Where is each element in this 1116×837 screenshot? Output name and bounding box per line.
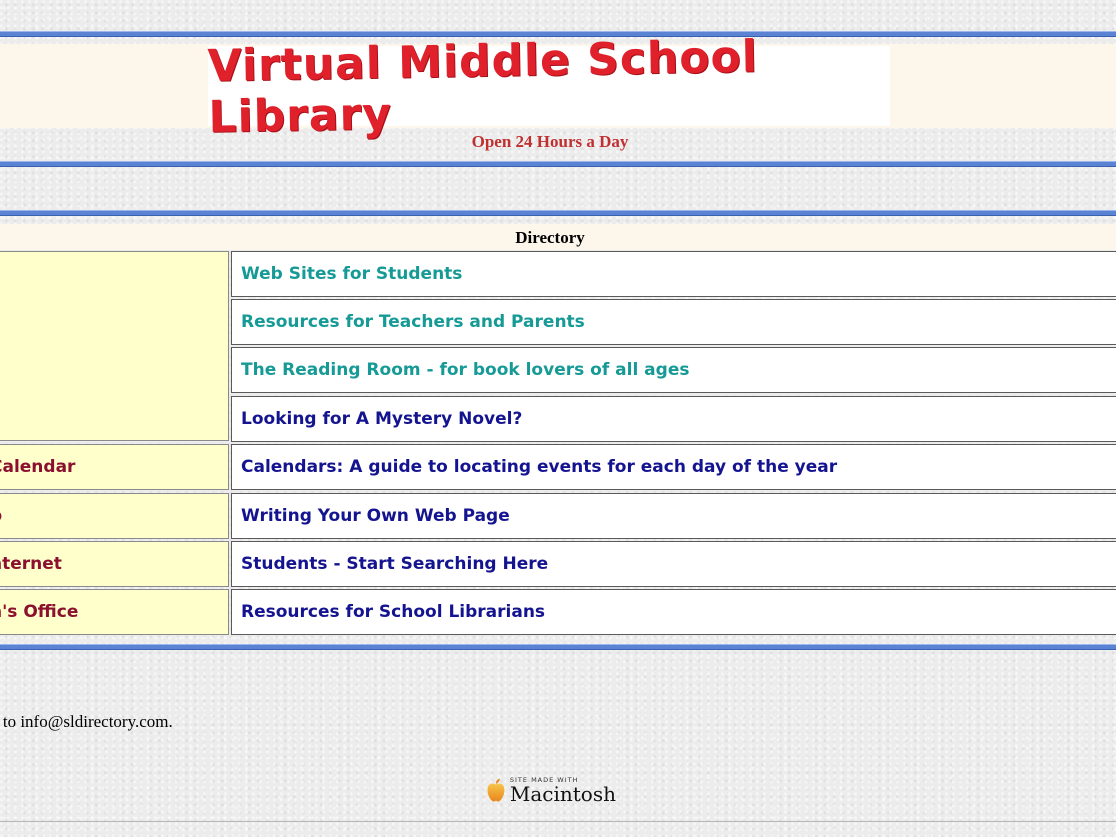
apple-logo-icon [487,778,505,802]
subtitle: Open 24 Hours a Day [471,132,629,151]
directory-row: Resources for Teachers and Parents [231,299,1116,345]
left-cell-office[interactable]: n's Office [0,589,229,635]
bottom-divider [0,821,1116,822]
link-school-librarians[interactable]: Resources for School Librarians [241,602,545,622]
badge-big-text: Macintosh [509,782,616,806]
directory-top-rule [0,210,1116,216]
link-mystery-novel[interactable]: Looking for A Mystery Novel? [241,409,522,429]
site-title: Virtual Middle School Library [207,31,759,143]
directory-row: Web Sites for Students [231,251,1116,297]
left-cell-internet[interactable]: nternet [0,541,229,587]
directory-row: Resources for School Librarians [231,589,1116,635]
directory-bottom-rule [0,644,1116,650]
link-web-sites-for-students[interactable]: Web Sites for Students [241,264,462,284]
link-resources-teachers-parents[interactable]: Resources for Teachers and Parents [241,312,585,332]
left-label-calendar[interactable]: Calendar [0,457,75,477]
contact-text: s to info@sldirectory.com. [0,712,173,731]
link-start-searching[interactable]: Students - Start Searching Here [241,554,548,574]
left-cell-merged [0,251,229,441]
left-label-office[interactable]: n's Office [0,602,78,622]
directory-row: Calendars: A guide to locating events fo… [231,444,1116,490]
banner-logo: Virtual Middle School Library [207,31,890,143]
link-writing-web-page[interactable]: Writing Your Own Web Page [241,506,510,526]
made-with-macintosh-badge[interactable]: SITE MADE WITH Macintosh [486,773,616,807]
header-rule [0,161,1116,167]
left-label-internet[interactable]: nternet [0,554,62,574]
directory-title: Directory [515,228,585,247]
directory-row: The Reading Room - for book lovers of al… [231,347,1116,393]
directory-row: Looking for A Mystery Novel? [231,396,1116,442]
directory-row: Students - Start Searching Here [231,541,1116,587]
left-cell-calendar[interactable]: Calendar [0,444,229,490]
left-label-web[interactable]: b [0,506,2,526]
left-cell-web[interactable]: b [0,493,229,539]
link-reading-room[interactable]: The Reading Room - for book lovers of al… [241,360,689,380]
link-calendars-guide[interactable]: Calendars: A guide to locating events fo… [241,457,837,477]
directory-row: Writing Your Own Web Page [231,493,1116,539]
